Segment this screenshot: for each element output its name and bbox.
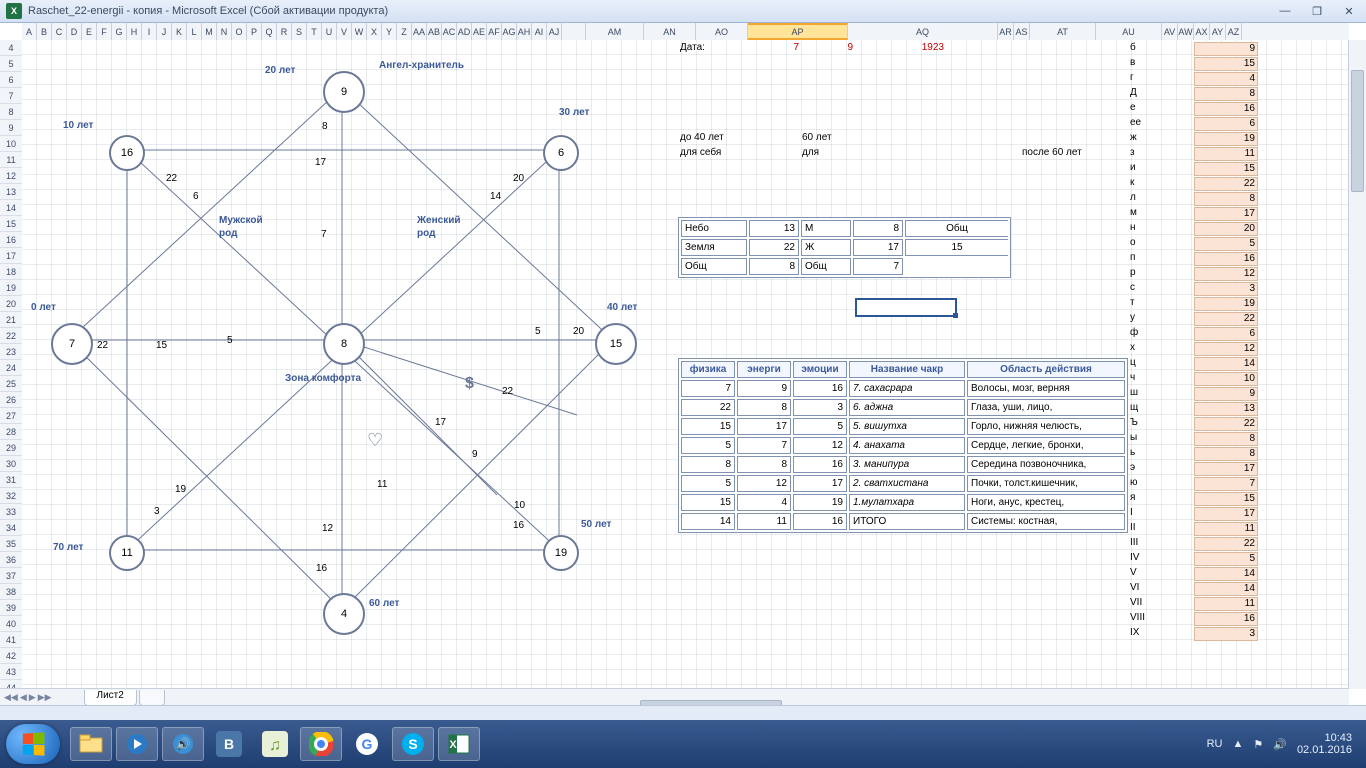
dn: 19	[175, 484, 186, 495]
dn: 5	[227, 335, 233, 346]
dn: 6	[193, 191, 199, 202]
svg-text:X: X	[449, 739, 457, 751]
minimize-button[interactable]: —	[1274, 5, 1296, 18]
label-20: 20 лет	[265, 65, 295, 76]
spreadsheet-area: ABCDEFGHIJKLMNOPQRSTUVWXYZAAABACADAEAFAG…	[0, 23, 1366, 721]
dn: 3	[154, 506, 160, 517]
label-zone: Зона комфорта	[285, 373, 361, 384]
tray-flag-icon[interactable]: ▲	[1232, 738, 1243, 750]
sound-icon[interactable]: 🔊	[162, 727, 204, 761]
maximize-button[interactable]: ❐	[1306, 5, 1328, 18]
circle-br: 19	[543, 535, 579, 571]
google-icon[interactable]: G	[346, 727, 388, 761]
date-m: 9	[835, 42, 853, 53]
statusbar	[0, 705, 1366, 721]
dn: 7	[321, 229, 327, 240]
label-female: Женский	[417, 215, 461, 226]
nze-table: Небо13М8Общ Земля22Ж1715 Общ8Общ7	[678, 217, 1011, 278]
dn: 17	[435, 417, 446, 428]
row-headers[interactable]: 4567891011121314151617181920212223242526…	[0, 40, 23, 712]
circle-right: 15	[595, 323, 637, 365]
label-0: 0 лет	[31, 302, 56, 313]
skype-icon[interactable]: S	[392, 727, 434, 761]
dn: 20	[573, 326, 584, 337]
lbl-after: после 60 лет	[1022, 147, 1082, 158]
dn: 5	[535, 326, 541, 337]
lbl-40: до 40 лет	[680, 132, 724, 143]
svg-text:♫: ♫	[269, 737, 281, 754]
taskbar[interactable]: 🔊 B ♫ G S X RU ▲ ⚑ 🔊 10:43 02.01.2016	[0, 720, 1366, 768]
column-headers[interactable]: ABCDEFGHIJKLMNOPQRSTUVWXYZAAABACADAEAFAG…	[22, 23, 1349, 41]
dn: 22	[97, 340, 108, 351]
system-tray[interactable]: RU ▲ ⚑ 🔊 10:43 02.01.2016	[1207, 732, 1360, 756]
tray-network-icon[interactable]: ⚑	[1253, 738, 1263, 751]
svg-text:B: B	[224, 736, 234, 752]
label-40: 40 лет	[607, 302, 637, 313]
sheet-tab[interactable]: Лист2	[84, 690, 137, 706]
date-d: 7	[781, 42, 799, 53]
lbl-for: для	[802, 147, 819, 158]
label-70: 70 лет	[53, 542, 83, 553]
clock-time[interactable]: 10:43	[1297, 732, 1352, 744]
label-rod1: род	[219, 228, 237, 239]
wmp-icon[interactable]	[116, 727, 158, 761]
chrome-icon[interactable]	[300, 727, 342, 761]
vk-icon[interactable]: B	[208, 727, 250, 761]
label-30: 30 лет	[559, 107, 589, 118]
label-50: 50 лет	[581, 519, 611, 530]
dollar-icon: $	[465, 375, 474, 393]
heart-icon: ♡	[367, 430, 383, 451]
lang-indicator[interactable]: RU	[1207, 738, 1223, 750]
label-angel: Ангел-хранитель	[379, 60, 464, 71]
clock-date[interactable]: 02.01.2016	[1297, 744, 1352, 756]
circle-top: 9	[323, 71, 365, 113]
circle-tr: 6	[543, 135, 579, 171]
dn: 11	[377, 479, 387, 490]
label-60: 60 лет	[369, 598, 399, 609]
dn: 10	[514, 500, 525, 511]
dn: 17	[315, 157, 326, 168]
new-sheet-tab[interactable]	[139, 690, 165, 706]
music-icon[interactable]: ♫	[254, 727, 296, 761]
active-cell[interactable]	[855, 298, 957, 317]
svg-text:🔊: 🔊	[176, 736, 191, 751]
date-label: Дата:	[680, 42, 705, 53]
window-title: Raschet_22-energii - копия - Microsoft E…	[28, 5, 388, 17]
circle-tl: 16	[109, 135, 145, 171]
excel-taskbar-icon[interactable]: X	[438, 727, 480, 761]
titlebar: X Raschet_22-energii - копия - Microsoft…	[0, 0, 1366, 23]
label-male: Мужской	[219, 215, 263, 226]
dn: 8	[322, 121, 328, 132]
vertical-scrollbar[interactable]	[1348, 40, 1366, 689]
horizontal-scrollbar[interactable]: ◀◀◀▶▶▶ Лист2	[0, 688, 1349, 706]
lbl-60: 60 лет	[802, 132, 832, 143]
grid[interactable]: Ангел-хранитель 20 лет 30 лет 10 лет 0 л…	[22, 40, 1349, 689]
svg-text:S: S	[408, 736, 417, 752]
start-button[interactable]	[6, 724, 60, 764]
close-button[interactable]: ✕	[1338, 5, 1360, 18]
circle-left: 7	[51, 323, 93, 365]
circle-bottom: 4	[323, 593, 365, 635]
svg-text:G: G	[362, 736, 373, 752]
dn: 22	[502, 386, 513, 397]
label-rod2: род	[417, 228, 435, 239]
dn: 14	[490, 191, 501, 202]
label-10: 10 лет	[63, 120, 93, 131]
dn: 15	[156, 340, 167, 351]
dn: 12	[322, 523, 333, 534]
dn: 9	[472, 449, 478, 460]
dn: 16	[316, 563, 327, 574]
excel-icon: X	[6, 3, 22, 19]
dn: 22	[166, 173, 177, 184]
explorer-icon[interactable]	[70, 727, 112, 761]
matrix-diagram: Ангел-хранитель 20 лет 30 лет 10 лет 0 л…	[27, 45, 667, 675]
circle-bl: 11	[109, 535, 145, 571]
tray-volume-icon[interactable]: 🔊	[1273, 738, 1287, 751]
dn: 20	[513, 173, 524, 184]
date-y: 1923	[908, 42, 944, 53]
circle-center: 8	[323, 323, 365, 365]
chakra-table: физикаэнергиэмоцииНазвание чакрОбласть д…	[678, 358, 1128, 533]
lbl-self: для себя	[680, 147, 721, 158]
